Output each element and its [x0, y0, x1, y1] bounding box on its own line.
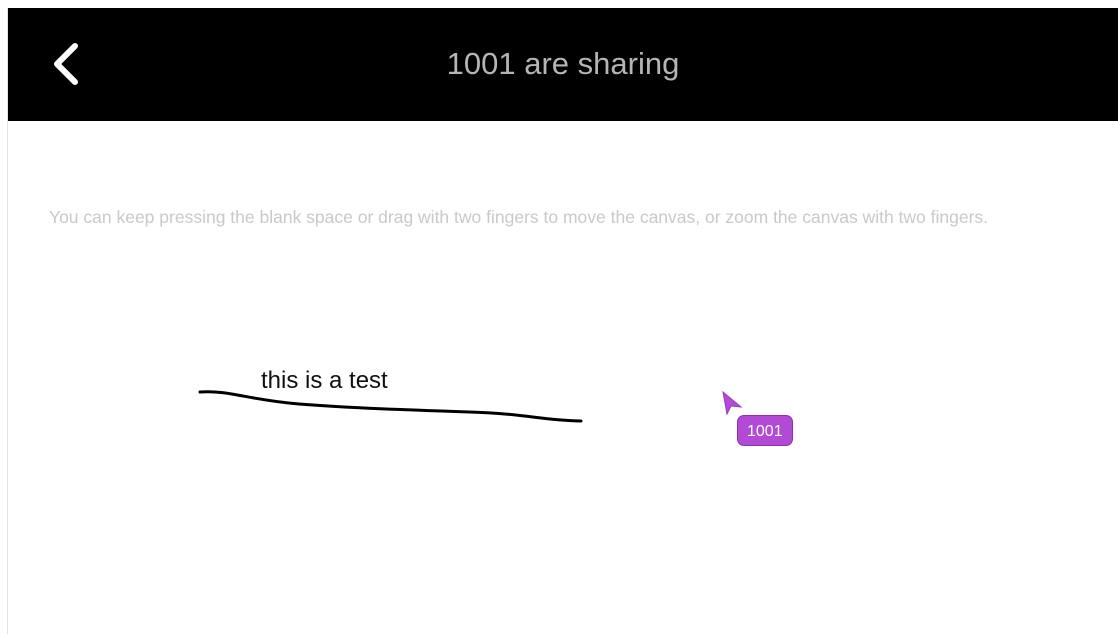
page-title: 1001 are sharing — [446, 46, 680, 81]
left-bezel — [0, 8, 8, 634]
freehand-stroke[interactable] — [189, 376, 589, 436]
top-bezel — [0, 0, 1118, 8]
app-header: 1001 are sharing — [8, 8, 1118, 121]
whiteboard-canvas[interactable]: You can keep pressing the blank space or… — [9, 121, 1118, 634]
canvas-hint-text: You can keep pressing the blank space or… — [49, 207, 989, 227]
shared-whiteboard-screen: 1001 are sharing You can keep pressing t… — [0, 0, 1118, 634]
remote-cursor-label: 1001 — [737, 415, 793, 446]
